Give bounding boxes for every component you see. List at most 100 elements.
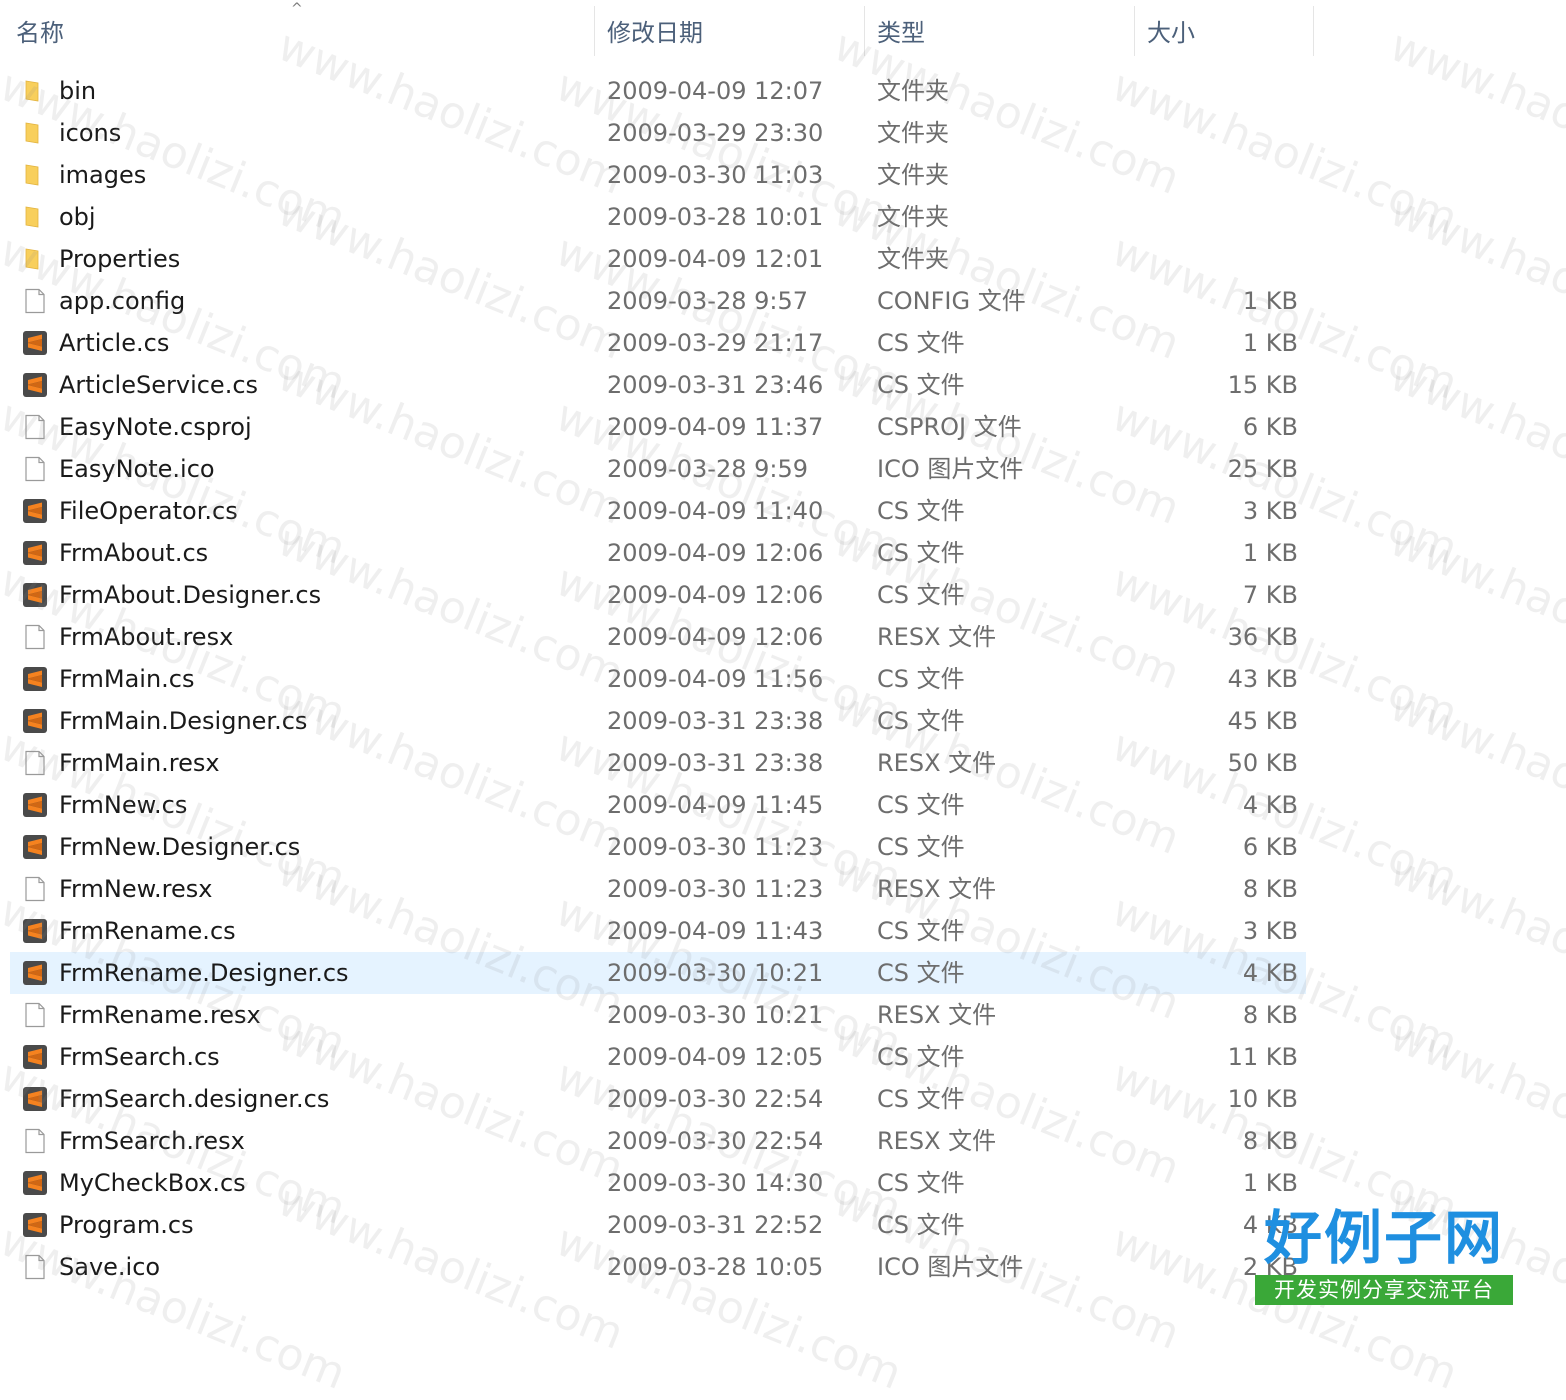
file-name: EasyNote.csproj — [59, 413, 252, 441]
file-row[interactable]: FrmRename.Designer.cs 2009-03-30 10:21 CS … — [10, 952, 1306, 994]
file-size — [1150, 112, 1298, 154]
file-modified-date: 2009-04-09 11:43 — [607, 917, 824, 945]
file-row[interactable]: FrmAbout.cs 2009-04-09 12:06 CS 文件 1 KB — [10, 532, 1306, 574]
file-modified-date: 2009-03-28 10:05 — [607, 1253, 824, 1281]
watermark-text: www.haolizi.com — [1382, 515, 1566, 700]
file-row[interactable]: FrmRename.cs 2009-04-09 11:43 CS 文件 3 KB — [10, 910, 1306, 952]
file-modified-date: 2009-03-30 22:54 — [607, 1127, 824, 1155]
file-row[interactable]: FrmAbout.Designer.cs 2009-04-09 12:06 CS 文… — [10, 574, 1306, 616]
file-size: 4 KB — [1242, 791, 1298, 819]
file-row[interactable]: EasyNote.ico 2009-03-28 9:59 ICO 图片文件 25 KB — [10, 448, 1306, 490]
file-name: app.config — [59, 287, 186, 315]
file-row[interactable]: FrmSearch.designer.cs 2009-03-30 22:54 CS … — [10, 1078, 1306, 1120]
file-row[interactable]: FrmNew.Designer.cs 2009-03-30 11:23 CS 文件 6… — [10, 826, 1306, 868]
file-row[interactable]: images 2009-03-30 11:03 文件夹 — [10, 154, 1306, 196]
file-row[interactable]: FileOperator.cs 2009-04-09 11:40 CS 文件 3 KB — [10, 490, 1306, 532]
file-icon — [22, 1128, 48, 1154]
sublime-icon — [22, 792, 48, 818]
file-row[interactable]: icons 2009-03-29 23:30 文件夹 — [10, 112, 1306, 154]
column-divider[interactable] — [594, 6, 595, 56]
logo-subtitle: 开发实例分享交流平台 — [1255, 1275, 1513, 1305]
watermark-text: www.haolizi.com — [1382, 1010, 1566, 1195]
file-type: CS 文件 — [877, 665, 965, 693]
file-row[interactable]: FrmMain.cs 2009-04-09 11:56 CS 文件 43 KB — [10, 658, 1306, 700]
file-modified-date: 2009-03-28 10:01 — [607, 203, 824, 231]
sublime-icon — [22, 1212, 48, 1238]
file-name: EasyNote.ico — [59, 455, 215, 483]
file-size: 7 KB — [1242, 581, 1298, 609]
file-row[interactable]: EasyNote.csproj 2009-04-09 11:37 CSPROJ 文件… — [10, 406, 1306, 448]
file-name: FrmMain.Designer.cs — [59, 707, 308, 735]
file-icon — [22, 414, 48, 440]
file-name: FrmNew.resx — [59, 875, 213, 903]
file-size — [1150, 238, 1298, 280]
file-type: 文件夹 — [877, 119, 949, 147]
file-icon — [22, 750, 48, 776]
file-row[interactable]: FrmMain.resx 2009-03-31 23:38 RESX 文件 50 KB — [10, 742, 1306, 784]
file-name: FrmAbout.cs — [59, 539, 209, 567]
file-row[interactable]: FrmNew.resx 2009-03-30 11:23 RESX 文件 8 KB — [10, 868, 1306, 910]
file-modified-date: 2009-04-09 11:56 — [607, 665, 824, 693]
site-logo: 好例子网 开发实例分享交流平台 — [1255, 1205, 1513, 1305]
file-name: FrmRename.resx — [59, 1001, 261, 1029]
column-header-date[interactable]: 修改日期 — [607, 0, 857, 62]
file-row[interactable]: bin 2009-04-09 12:07 文件夹 — [10, 70, 1306, 112]
file-row[interactable]: FrmSearch.resx 2009-03-30 22:54 RESX 文件 8 K… — [10, 1120, 1306, 1162]
file-name: FrmAbout.resx — [59, 623, 234, 651]
file-icon — [22, 456, 48, 482]
column-header-type[interactable]: 类型 — [877, 0, 1127, 62]
file-size: 1 KB — [1242, 539, 1298, 567]
file-row[interactable]: obj 2009-03-28 10:01 文件夹 — [10, 196, 1306, 238]
file-size: 8 KB — [1242, 1127, 1298, 1155]
file-row[interactable]: Save.ico 2009-03-28 10:05 ICO 图片文件 2 KB — [10, 1246, 1306, 1288]
file-size — [1150, 154, 1298, 196]
file-type: RESX 文件 — [877, 1127, 997, 1155]
file-size: 25 KB — [1227, 455, 1298, 483]
file-row[interactable]: Program.cs 2009-03-31 22:52 CS 文件 4 KB — [10, 1204, 1306, 1246]
file-row[interactable]: FrmMain.Designer.cs 2009-03-31 23:38 CS 文件… — [10, 700, 1306, 742]
file-row[interactable]: FrmSearch.cs 2009-04-09 12:05 CS 文件 11 KB — [10, 1036, 1306, 1078]
file-type: CS 文件 — [877, 497, 965, 525]
file-row[interactable]: app.config 2009-03-28 9:57 CONFIG 文件 1 KB — [10, 280, 1306, 322]
file-type: CS 文件 — [877, 1211, 965, 1239]
file-type: RESX 文件 — [877, 1001, 997, 1029]
file-name: FrmMain.resx — [59, 749, 220, 777]
file-row[interactable]: FrmAbout.resx 2009-04-09 12:06 RESX 文件 36 K… — [10, 616, 1306, 658]
file-size: 45 KB — [1227, 707, 1298, 735]
file-type: CS 文件 — [877, 1085, 965, 1113]
column-header-name[interactable]: 名称 — [16, 0, 594, 62]
column-header-size[interactable]: 大小 — [1147, 0, 1307, 62]
folder-icon — [22, 162, 48, 188]
file-size: 6 KB — [1242, 413, 1298, 441]
file-modified-date: 2009-04-09 11:40 — [607, 497, 824, 525]
file-name: FrmRename.Designer.cs — [59, 959, 349, 987]
file-icon — [22, 1254, 48, 1280]
file-type: CS 文件 — [877, 833, 965, 861]
file-modified-date: 2009-03-29 23:30 — [607, 119, 824, 147]
file-row[interactable]: FrmRename.resx 2009-03-30 10:21 RESX 文件 8 K… — [10, 994, 1306, 1036]
file-type: 文件夹 — [877, 203, 949, 231]
file-type: RESX 文件 — [877, 875, 997, 903]
file-size: 1 KB — [1242, 329, 1298, 357]
file-modified-date: 2009-03-30 10:21 — [607, 959, 824, 987]
file-type: 文件夹 — [877, 245, 949, 273]
file-size: 36 KB — [1227, 623, 1298, 651]
file-row[interactable]: FrmNew.cs 2009-04-09 11:45 CS 文件 4 KB — [10, 784, 1306, 826]
watermark-text: www.haolizi.com — [1382, 680, 1566, 865]
sublime-icon — [22, 498, 48, 524]
column-divider[interactable] — [1313, 6, 1314, 56]
column-divider[interactable] — [864, 6, 865, 56]
file-row[interactable]: Properties 2009-04-09 12:01 文件夹 — [10, 238, 1306, 280]
file-explorer: 名称 ^ 修改日期 类型 大小 bin 2009-04-09 12:07 文件夹 ic… — [0, 0, 1566, 1400]
file-row[interactable]: ArticleService.cs 2009-03-31 23:46 CS 文件 15… — [10, 364, 1306, 406]
file-type: CS 文件 — [877, 1169, 965, 1197]
file-row[interactable]: Article.cs 2009-03-29 21:17 CS 文件 1 KB — [10, 322, 1306, 364]
file-size: 1 KB — [1242, 1169, 1298, 1197]
file-name: obj — [59, 203, 96, 231]
file-name: FrmMain.cs — [59, 665, 195, 693]
column-divider[interactable] — [1134, 6, 1135, 56]
file-row[interactable]: MyCheckBox.cs 2009-03-30 14:30 CS 文件 1 KB — [10, 1162, 1306, 1204]
file-modified-date: 2009-03-30 14:30 — [607, 1169, 824, 1197]
file-modified-date: 2009-04-09 12:01 — [607, 245, 824, 273]
file-modified-date: 2009-04-09 12:06 — [607, 581, 824, 609]
